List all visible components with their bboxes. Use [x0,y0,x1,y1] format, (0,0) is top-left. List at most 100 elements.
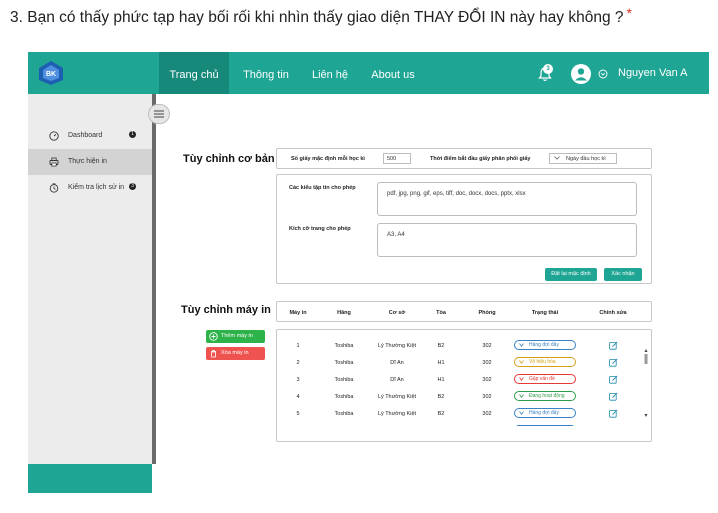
printer-settings-title: Tùy chỉnh máy in [181,304,271,316]
default-pages-label: Số giấy mặc định mỗi học kì [291,156,365,162]
status-label: Vô hiệu hóa [529,359,556,365]
printer-table-body[interactable]: 1 Toshiba Lý Thường Kiệt B2 302 Hàng đợi đầy 2… [277,330,639,426]
table-cell: Dĩ An [390,360,404,366]
table-cell: Lý Thường Kiệt [377,411,417,417]
status-badge[interactable]: Vô hiệu hóa [514,357,576,367]
table-cell: H1 [437,360,445,366]
history-clock-icon [49,183,59,193]
table-cell: B2 [437,394,445,400]
confirm-button[interactable]: Xác nhận [604,268,642,281]
edit-icon[interactable] [609,375,618,384]
plus-circle-icon [209,332,218,341]
sidebar-badge: 1 [129,131,136,138]
table-row[interactable]: 2 Toshiba Dĩ An H1 302 Vô hiệu hóa [277,356,639,370]
edit-icon[interactable] [609,341,618,350]
printer-table: 1 Toshiba Lý Thường Kiệt B2 302 Hàng đợi đầy 2… [276,329,652,442]
nav-thong-tin[interactable]: Thông tin [235,52,297,94]
basic-settings-bar: Số giấy mặc định mỗi học kì 500 Thời điể… [276,148,652,169]
chevron-down-icon [519,377,524,381]
table-cell: Lý Thường Kiệt [377,394,417,400]
table-cell: Toshiba [334,394,354,400]
status-label: Gặp vấn đề [529,376,555,382]
file-types-input[interactable]: pdf, jpg, png, gif, eps, tiff, doc, docx… [377,182,637,216]
table-cell: Toshiba [334,411,354,417]
edit-icon[interactable] [609,392,618,401]
sidebar-item-print[interactable]: Thực hiện in [28,149,152,175]
top-navbar: BK Trang chủ Thông tin Liên hệ About us … [28,52,709,94]
table-cell: B2 [437,411,445,417]
svg-text:BK: BK [46,71,56,78]
table-cell: 302 [482,343,492,349]
table-row[interactable]: 4 Toshiba Lý Thường Kiệt B2 302 Đang hoạt độn… [277,390,639,404]
status-badge[interactable]: Đang hoạt động [514,391,576,401]
table-cell: H1 [437,377,445,383]
edit-icon[interactable] [609,409,618,418]
table-cell: 3 [296,377,300,383]
column-header: Phòng [478,310,496,316]
table-row[interactable]: 5 Toshiba Lý Thường Kiệt B2 302 Hàng đợi đầy [277,407,639,421]
dashboard-gauge-icon [49,131,59,141]
paper-sizes-input[interactable]: A3, A4 [377,223,637,257]
status-badge[interactable]: Gặp vấn đề [514,374,576,384]
chevron-down-icon [519,343,524,347]
table-row[interactable]: 1 Toshiba Lý Thường Kiệt B2 302 Hàng đợi đầy [277,339,639,353]
table-cell: Lý Thường Kiệt [377,343,417,349]
column-header: Cơ sở [388,310,406,316]
delete-printer-button[interactable]: Xóa máy in [206,347,265,360]
add-printer-button[interactable]: Thêm máy in [206,330,265,343]
table-cell: 2 [296,360,300,366]
table-cell: Toshiba [334,360,354,366]
table-cell: 302 [482,394,492,400]
table-row[interactable]: 3 Toshiba Dĩ An H1 302 Gặp vấn đề [277,373,639,387]
sidebar-item-dashboard[interactable]: Dashboard 1 [28,123,152,149]
table-cell: 302 [482,377,492,383]
nav-trang-chu[interactable]: Trang chủ [159,52,229,94]
chevron-down-icon [519,360,524,364]
chevron-down-circle-icon[interactable] [598,69,608,79]
start-time-select[interactable]: Ngày đầu học kì [549,153,617,164]
chevron-down-icon [519,411,524,415]
bk-logo-icon[interactable]: BK [38,60,64,86]
start-time-label: Thời điểm bắt đầu giấy phân phối giấy [430,156,531,162]
table-cell: 5 [296,411,300,417]
hamburger-icon [154,110,164,118]
column-header: Hãng [337,310,351,316]
nav-lien-he[interactable]: Liên hệ [304,52,356,94]
sidebar: Dashboard 1 Thực hiện in Kiểm tra lịch s… [28,94,152,464]
menu-toggle-button[interactable] [148,104,170,124]
table-cell: 4 [296,394,300,400]
trash-icon [211,350,216,358]
table-cell: Dĩ An [390,377,404,383]
column-header: Chỉnh sửa [599,310,627,316]
user-avatar-icon[interactable] [571,64,591,84]
sidebar-divider [152,94,156,464]
status-badge[interactable]: Hàng đợi đầy [514,340,576,350]
status-badge[interactable]: Hàng đợi đầy [514,425,576,426]
nav-about-us[interactable]: About us [366,52,420,94]
user-name[interactable]: Nguyen Van A [618,67,688,79]
sidebar-item-label: Dashboard [68,132,103,139]
sidebar-item-label: Thực hiện in [68,158,107,165]
basic-settings-title: Tùy chỉnh cơ bản [183,153,275,165]
paper-sizes-label: Kích cỡ trang cho phép [289,226,351,232]
default-pages-input[interactable]: 500 [383,153,411,164]
app-screenshot: BK Trang chủ Thông tin Liên hệ About us … [28,52,709,493]
sidebar-item-history[interactable]: Kiểm tra lịch sử in 3 [28,175,152,201]
file-settings-box: Các kiểu tập tin cho phép pdf, jpg, png,… [276,174,652,284]
reset-default-button[interactable]: Đặt lại mặc định [545,268,597,281]
start-time-value: Ngày đầu học kì [566,156,606,162]
column-header: Máy in [289,310,307,316]
chevron-down-icon [519,394,524,398]
scrollbar[interactable] [644,348,648,418]
survey-question: 3. Bạn có thấy phức tạp hay bối rối khi … [10,5,632,27]
sidebar-footer [28,464,152,493]
status-badge[interactable]: Hàng đợi đầy [514,408,576,418]
edit-icon[interactable] [609,358,618,367]
status-label: Hàng đợi đầy [529,410,559,416]
status-label: Đang hoạt động [529,393,565,399]
table-cell: Toshiba [334,377,354,383]
table-row[interactable]: 6ToshibaLý Thường KiệtB2302Hàng đợi đầy [277,424,639,426]
printer-icon [49,157,59,167]
file-types-label: Các kiểu tập tin cho phép [289,185,356,191]
table-cell: 1 [296,343,300,349]
